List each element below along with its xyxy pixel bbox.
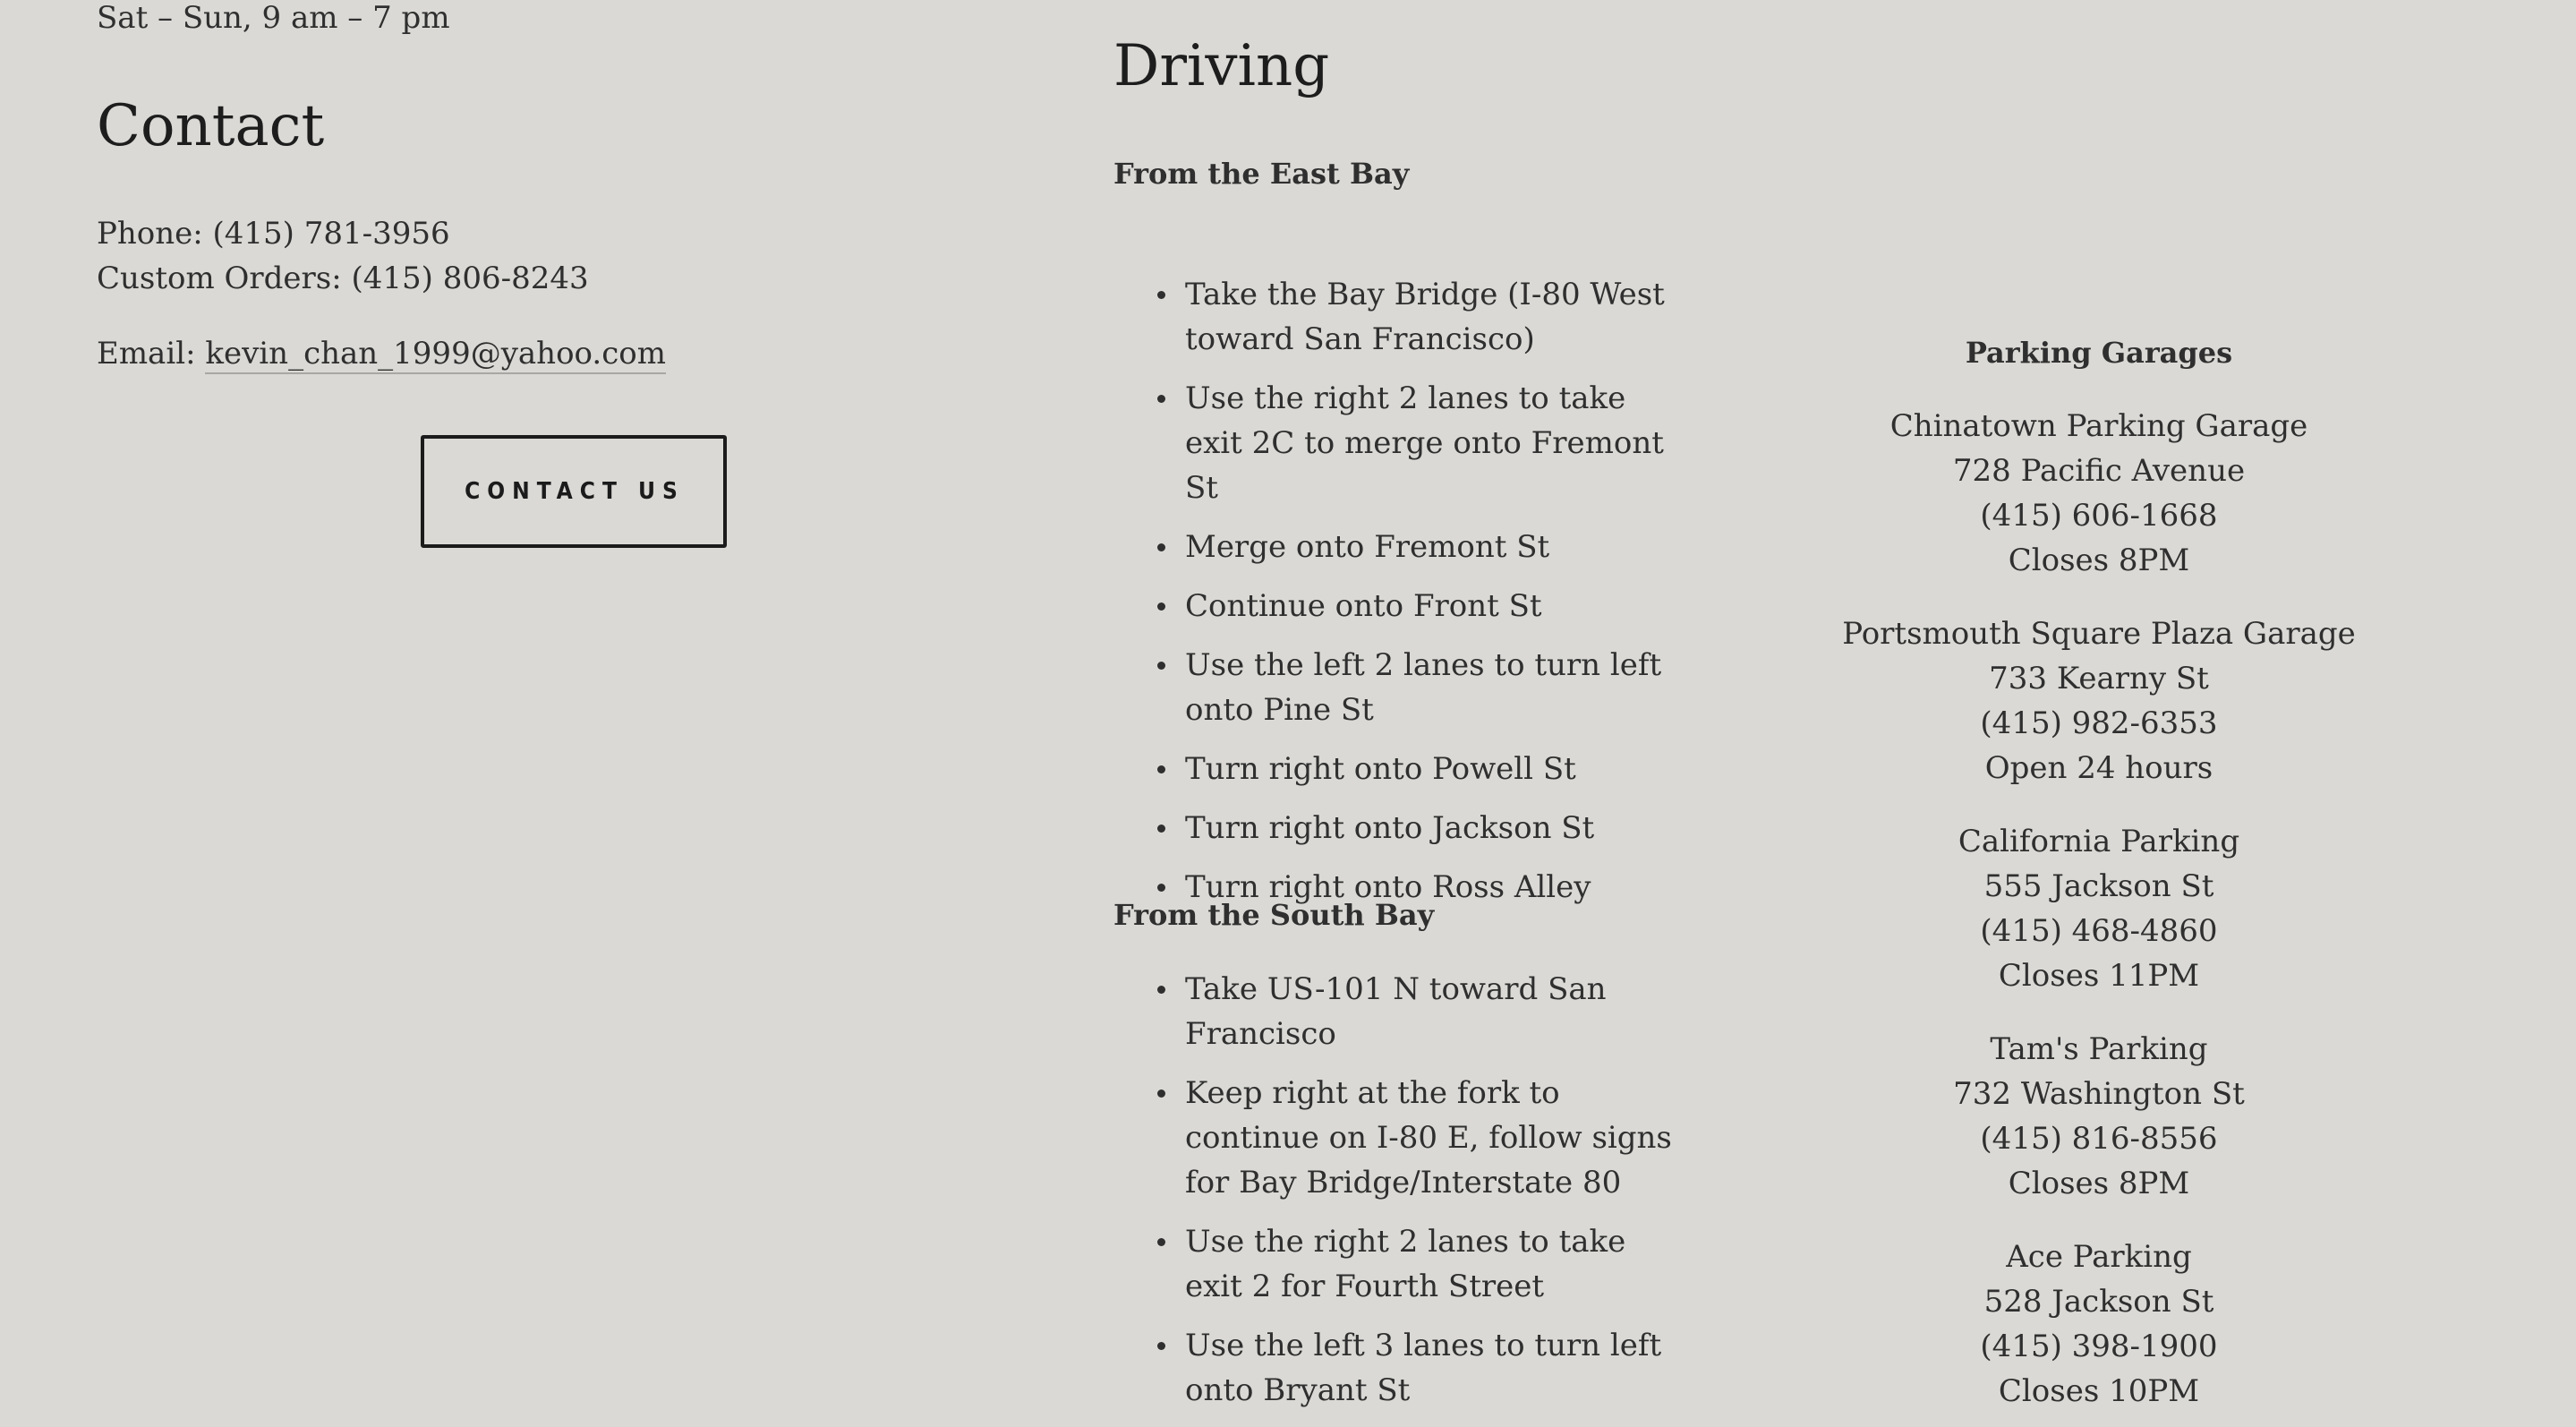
contact-phones: Phone: (415) 781-3956 Custom Orders: (41… — [97, 211, 589, 301]
email-label: Email: — [97, 336, 196, 372]
list-item: Continue onto Front St — [1113, 584, 1686, 628]
list-item: Use the left 2 lanes to turn left onto P… — [1113, 643, 1686, 732]
garage-hours: Closes 10PM — [1998, 1373, 2200, 1409]
email-link[interactable]: kevin_chan_1999@yahoo.com — [205, 336, 666, 374]
driving-heading: Driving — [1113, 33, 1330, 99]
garage-hours: Closes 8PM — [2008, 543, 2190, 578]
garage-address: 528 Jackson St — [1983, 1284, 2214, 1320]
list-item: Use the right 2 lanes to take exit 2C to… — [1113, 376, 1686, 510]
list-item: Take the Bay Bridge (I-80 West toward Sa… — [1113, 272, 1686, 362]
east-bay-heading: From the East Bay — [1113, 157, 1410, 191]
list-item: Merge onto Fremont St — [1113, 525, 1686, 569]
list-item: Turn right onto Jackson St — [1113, 806, 1686, 850]
garage-phone: (415) 606-1668 — [1980, 498, 2218, 534]
south-bay-heading: From the South Bay — [1113, 898, 1435, 932]
garage-hours: Closes 8PM — [2008, 1166, 2190, 1201]
garage-address: 733 Kearny St — [1989, 661, 2209, 696]
garage-phone: (415) 398-1900 — [1980, 1329, 2218, 1364]
garage-address: 728 Pacific Avenue — [1952, 453, 2246, 489]
garage-phone: (415) 982-6353 — [1980, 705, 2218, 741]
garage-card: Ace Parking 528 Jackson St (415) 398-190… — [1830, 1235, 2367, 1414]
garage-name: Chinatown Parking Garage — [1889, 408, 2308, 444]
garage-name: Portsmouth Square Plaza Garage — [1842, 616, 2356, 652]
garage-card: California Parking 555 Jackson St (415) … — [1830, 819, 2367, 998]
garage-phone: (415) 468-4860 — [1980, 913, 2218, 949]
custom-orders-number: Custom Orders: (415) 806-8243 — [97, 261, 589, 296]
garage-hours: Closes 11PM — [1998, 958, 2200, 994]
garage-hours: Open 24 hours — [1984, 750, 2213, 786]
garage-card: Portsmouth Square Plaza Garage 733 Kearn… — [1830, 611, 2367, 790]
weekend-hours: Sat – Sun, 9 am – 7 pm — [97, 0, 450, 36]
garage-card: Tam's Parking 732 Washington St (415) 81… — [1830, 1027, 2367, 1206]
garage-address: 732 Washington St — [1953, 1076, 2245, 1112]
list-item: Take US-101 N toward San Francisco — [1113, 967, 1686, 1056]
garage-name: Tam's Parking — [1990, 1031, 2208, 1067]
list-item: Keep right at the fork to continue on I-… — [1113, 1071, 1686, 1205]
list-item: Turn right onto Powell St — [1113, 747, 1686, 791]
contact-heading: Contact — [97, 93, 325, 159]
east-bay-steps: Take the Bay Bridge (I-80 West toward Sa… — [1113, 272, 1686, 924]
phone-number: Phone: (415) 781-3956 — [97, 216, 450, 252]
garage-card: Chinatown Parking Garage 728 Pacific Ave… — [1830, 404, 2367, 583]
list-item: Use the right 2 lanes to take exit 2 for… — [1113, 1219, 1686, 1309]
email-line: Email: kevin_chan_1999@yahoo.com — [97, 331, 666, 376]
garage-phone: (415) 816-8556 — [1980, 1121, 2218, 1157]
garage-name: Ace Parking — [2006, 1239, 2192, 1275]
list-item: Use the left 3 lanes to turn left onto B… — [1113, 1323, 1686, 1413]
parking-heading: Parking Garages — [1965, 336, 2233, 370]
south-bay-steps: Take US-101 N toward San Francisco Keep … — [1113, 967, 1686, 1427]
garage-address: 555 Jackson St — [1983, 868, 2214, 904]
contact-us-button[interactable]: CONTACT US — [421, 435, 727, 548]
garage-name: California Parking — [1958, 824, 2240, 859]
